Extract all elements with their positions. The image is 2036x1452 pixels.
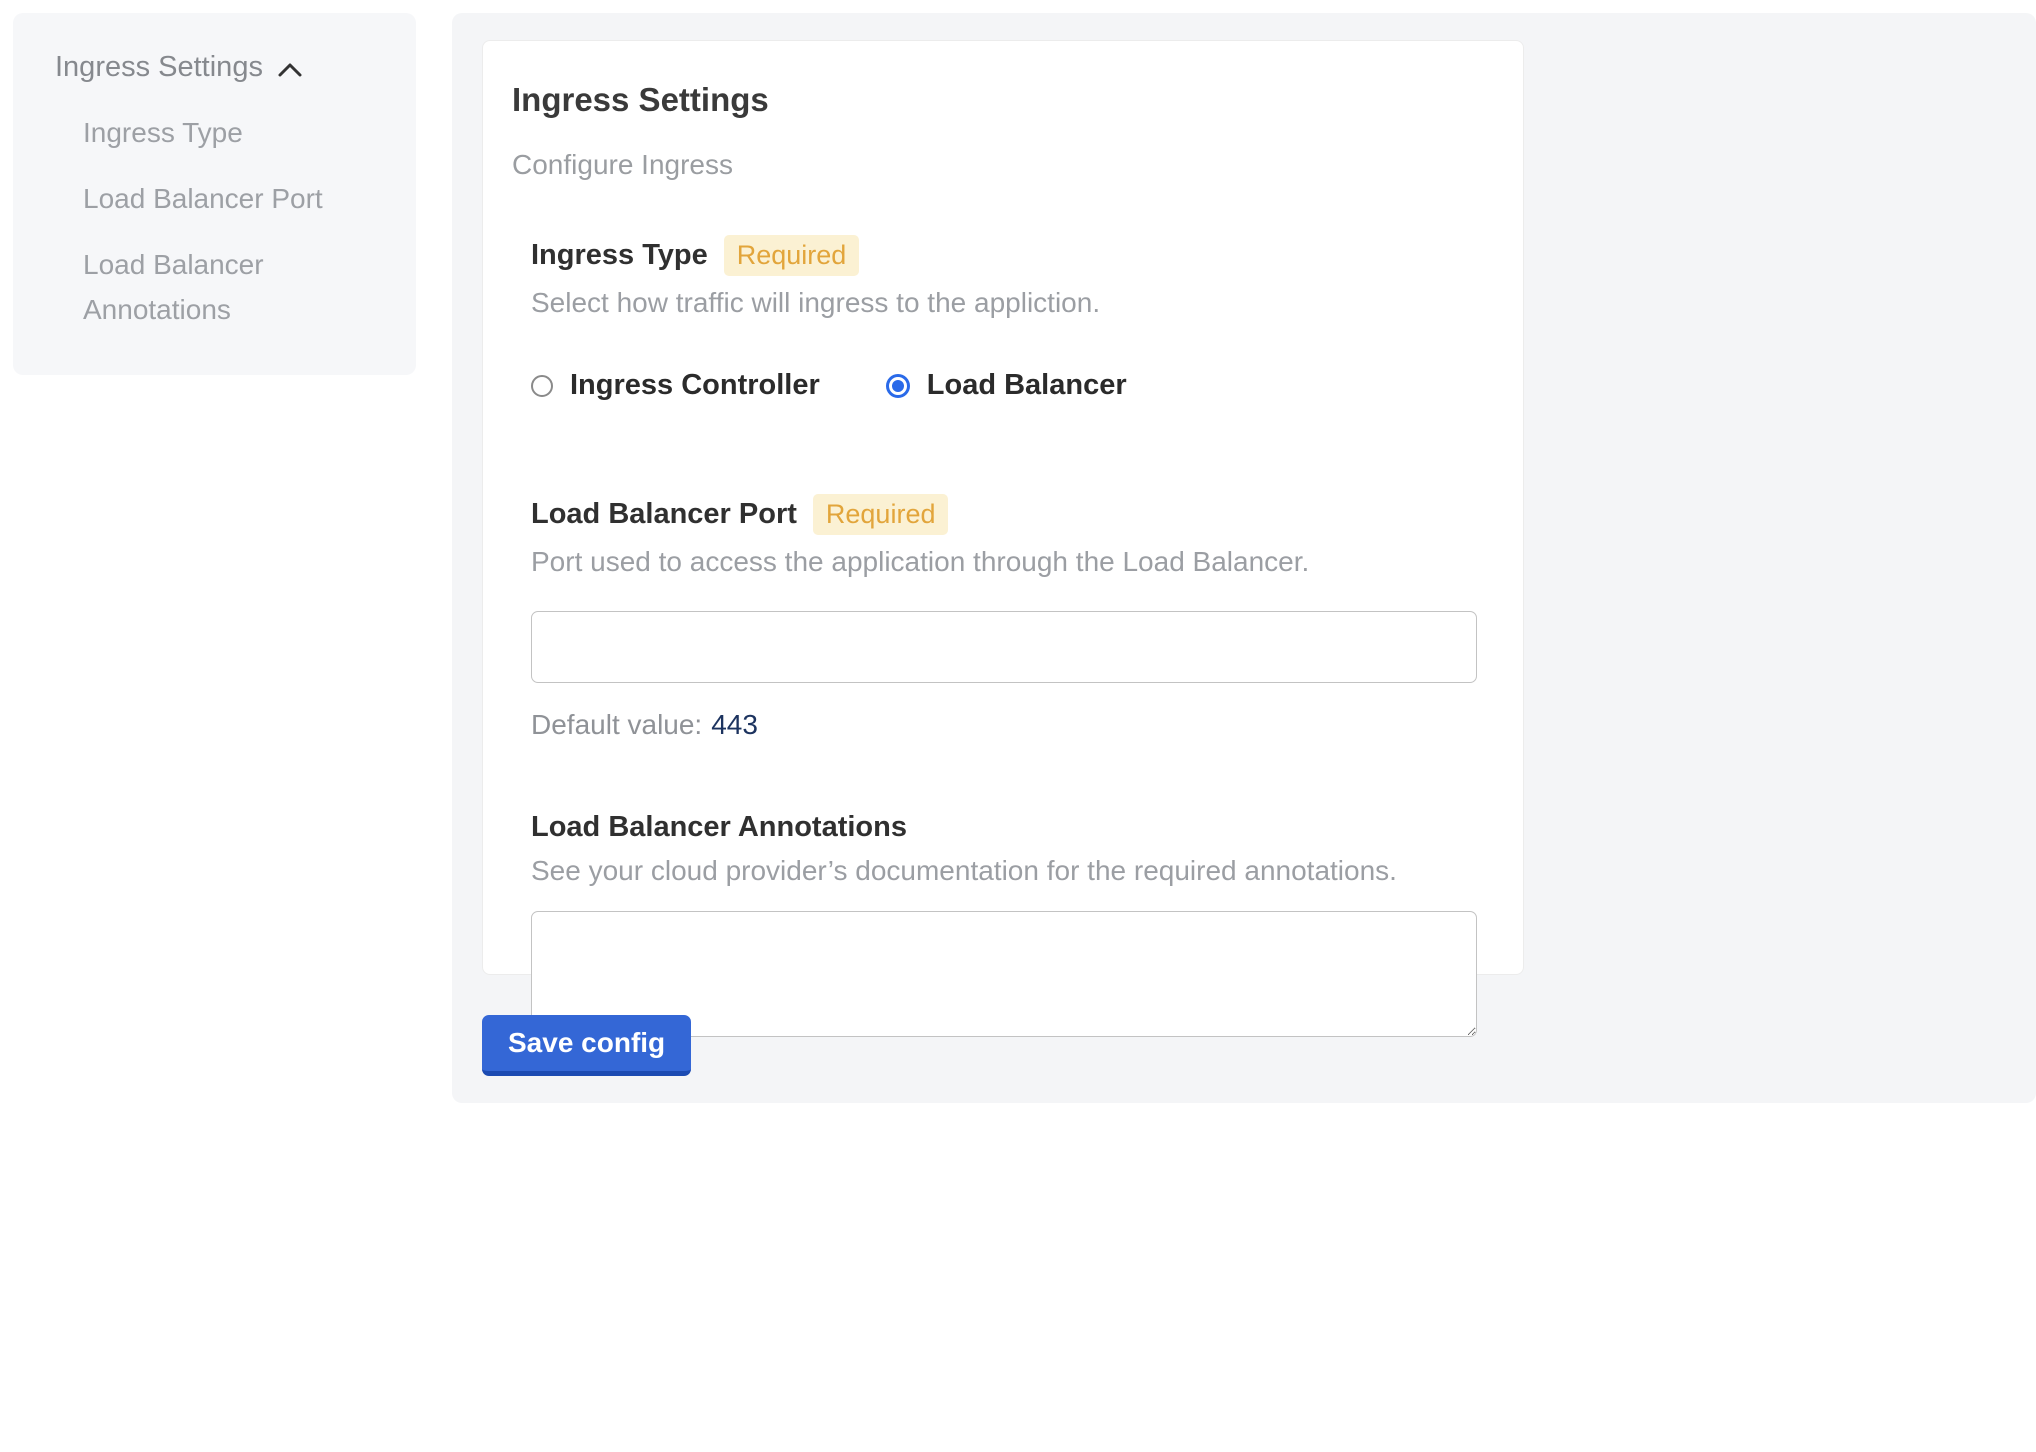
radio-load-balancer-icon[interactable] (886, 374, 910, 398)
field-group-load-balancer-port: Load Balancer Port Required Port used to… (531, 494, 1493, 741)
config-main-panel: Ingress Settings Configure Ingress Ingre… (452, 13, 2036, 1103)
field-help-load-balancer-port: Port used to access the application thro… (531, 546, 1493, 578)
radio-label-load-balancer[interactable]: Load Balancer (927, 369, 1127, 402)
page-subtitle: Configure Ingress (512, 149, 1493, 181)
field-group-load-balancer-annotations: Load Balancer Annotations See your cloud… (531, 811, 1493, 1037)
required-badge: Required (813, 494, 949, 535)
radio-option-ingress-controller[interactable]: Ingress Controller (531, 369, 820, 402)
field-label-ingress-type: Ingress Type (531, 239, 708, 272)
sidebar-group-ingress-settings[interactable]: Ingress Settings (13, 13, 416, 84)
ingress-type-radio-group: Ingress Controller Load Balancer (531, 369, 1493, 402)
field-label-row: Load Balancer Port Required (531, 494, 1493, 535)
radio-ingress-controller-icon[interactable] (531, 375, 553, 397)
radio-option-load-balancer[interactable]: Load Balancer (886, 369, 1127, 402)
config-nav-sidebar: Ingress Settings Ingress Type Load Balan… (13, 13, 416, 375)
field-label-row: Load Balancer Annotations (531, 811, 1493, 844)
sidebar-group-label: Ingress Settings (55, 51, 263, 84)
default-value: 443 (711, 709, 758, 740)
save-config-button[interactable]: Save config (482, 1015, 691, 1076)
sidebar-item-ingress-type[interactable]: Ingress Type (83, 110, 374, 155)
default-value-label: Default value: (531, 709, 702, 740)
field-label-load-balancer-port: Load Balancer Port (531, 498, 797, 531)
chevron-up-icon (277, 62, 303, 78)
sidebar-item-load-balancer-port[interactable]: Load Balancer Port (83, 176, 374, 221)
ingress-settings-card: Ingress Settings Configure Ingress Ingre… (482, 40, 1524, 975)
field-help-load-balancer-annotations: See your cloud provider’s documentation … (531, 855, 1493, 887)
field-help-ingress-type: Select how traffic will ingress to the a… (531, 287, 1493, 319)
field-label-row: Ingress Type Required (531, 235, 1493, 276)
radio-label-ingress-controller[interactable]: Ingress Controller (570, 369, 820, 402)
field-groups: Ingress Type Required Select how traffic… (531, 235, 1493, 1037)
field-group-ingress-type: Ingress Type Required Select how traffic… (531, 235, 1493, 402)
field-label-load-balancer-annotations: Load Balancer Annotations (531, 811, 907, 844)
sidebar-item-list: Ingress Type Load Balancer Port Load Bal… (13, 84, 416, 332)
load-balancer-port-input[interactable] (531, 611, 1477, 683)
page-title: Ingress Settings (512, 81, 1493, 119)
required-badge: Required (724, 235, 860, 276)
sidebar-item-load-balancer-annotations[interactable]: Load Balancer Annotations (83, 242, 374, 332)
default-value-line: Default value: 443 (531, 709, 1493, 741)
